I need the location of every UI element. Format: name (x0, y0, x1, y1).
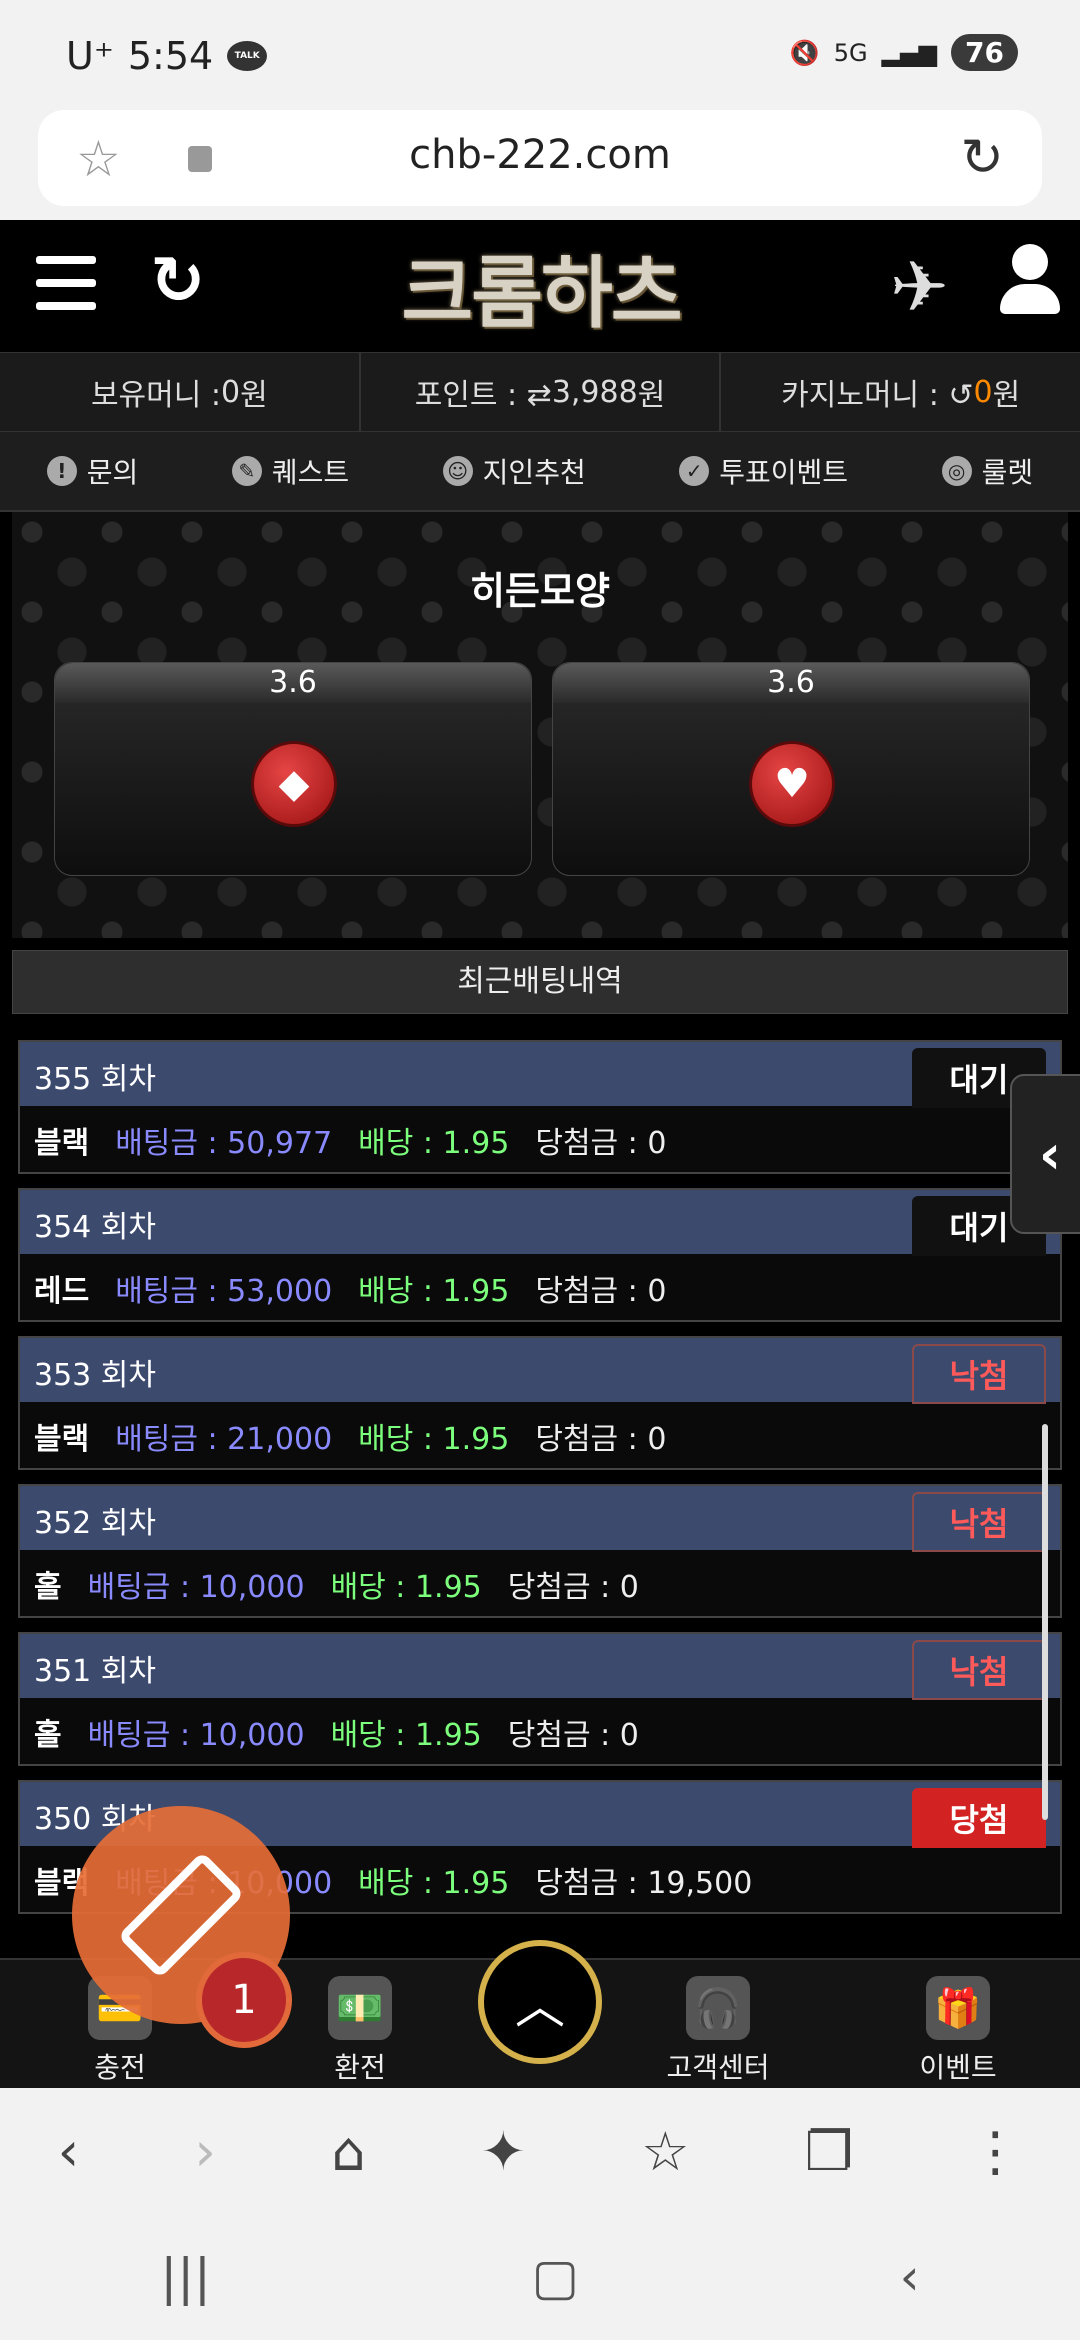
side-panel-toggle-chevron-left-icon[interactable]: ‹ (1010, 1074, 1080, 1234)
headset-icon: 🎧 (686, 1976, 750, 2040)
hold-money: 보유머니 : 0 원 (0, 353, 361, 431)
alert-icon: ! (46, 456, 77, 486)
nav-event[interactable]: 🎁 이벤트 (878, 1976, 1038, 2086)
bet-amount: 배팅금 : 50,977 (115, 1126, 333, 1161)
bet-row: 354 회차 대기 레드 배팅금 : 53,000 배당 : 1.95 당첨금 : 0 (18, 1188, 1062, 1322)
win-amount: 당첨금 : 0 (535, 1422, 667, 1457)
bet-option-diamond[interactable]: 3.6 ◆ (54, 662, 532, 876)
casino-money[interactable]: 카지노머니 : ↺ 0 원 (721, 353, 1080, 431)
site-logo[interactable]: 크롬하츠 (336, 232, 746, 342)
status-badge: 당첨 (912, 1788, 1046, 1848)
win-amount: 당첨금 : 0 (507, 1570, 639, 1605)
back-icon[interactable]: ‹ (58, 2120, 80, 2183)
tabs-icon[interactable]: ❐ (805, 2120, 853, 2183)
bet-odds: 배당 : 1.95 (330, 1718, 482, 1753)
bet-amount: 배팅금 : 10,000 (87, 1570, 305, 1605)
gift-icon: 🎁 (926, 1976, 990, 2040)
status-badge: 낙첨 (912, 1640, 1046, 1700)
bet-row: 351 회차 낙첨 홀 배팅금 : 10,000 배당 : 1.95 당첨금 : 0 (18, 1632, 1062, 1766)
bookmarks-icon[interactable]: ☆ (641, 2120, 689, 2183)
carrier-label: U⁺ (66, 34, 114, 78)
people-icon: ☺ (442, 456, 473, 486)
network-label: 5G (833, 38, 868, 67)
nav-support[interactable]: 🎧 고객센터 (638, 1976, 798, 2086)
exchange-icon: 💵 (328, 1976, 392, 2040)
browser-toolbar: ‹ › ⌂ ✦ ☆ ❐ ⋮ (0, 2088, 1080, 2214)
status-badge: 낙첨 (912, 1344, 1046, 1404)
option-odds: 3.6 (55, 663, 531, 703)
user-icon[interactable] (994, 244, 1064, 324)
check-icon: ✓ (679, 456, 710, 486)
site-header: ↻ 크롬하츠 ✈ (0, 220, 1080, 352)
bet-amount: 배팅금 : 10,000 (87, 1718, 305, 1753)
ticket-count-badge: 1 (196, 1952, 292, 2048)
refresh-icon[interactable]: ↻ (150, 242, 205, 319)
menu-referral[interactable]: ☺ 지인추천 (442, 451, 586, 491)
menu-vote-event[interactable]: ✓ 투표이벤트 (679, 451, 848, 491)
reload-icon[interactable]: ↻ (960, 128, 1004, 188)
point-balance[interactable]: 포인트 : ⇄ 3,988 원 (361, 353, 722, 431)
battery-indicator: 76 (951, 34, 1018, 71)
quest-icon: ✎ (231, 456, 262, 486)
game-panel: 히든모양 3.6 ◆ 3.6 ♥ (12, 512, 1068, 938)
more-icon[interactable]: ⋮ (968, 2120, 1022, 2183)
win-amount: 당첨금 : 0 (535, 1126, 667, 1161)
round-label: 355 회차 (34, 1062, 156, 1097)
game-title: 히든모양 (470, 569, 610, 613)
round-label: 352 회차 (34, 1506, 156, 1541)
menu-roulette[interactable]: ◎ 룰렛 (941, 451, 1033, 491)
telegram-icon[interactable]: ✈ (890, 246, 949, 328)
round-label: 351 회차 (34, 1654, 156, 1689)
win-amount: 당첨금 : 19,500 (535, 1866, 753, 1901)
bet-odds: 배당 : 1.95 (330, 1570, 482, 1605)
address-bar[interactable]: ☆ chb-222.com ↻ (38, 110, 1042, 206)
bet-pick: 레드 (34, 1274, 90, 1309)
menu-inquiry[interactable]: ! 문의 (46, 451, 138, 491)
bet-odds: 배당 : 1.95 (358, 1126, 510, 1161)
system-back-icon[interactable]: ‹ (900, 2248, 920, 2306)
bet-amount: 배팅금 : 21,000 (115, 1422, 333, 1457)
roulette-icon: ◎ (941, 456, 972, 486)
bet-pick: 블랙 (34, 1422, 90, 1457)
scrollbar[interactable] (1042, 1424, 1048, 1820)
round-label: 354 회차 (34, 1210, 156, 1245)
bet-pick: 블랙 (34, 1126, 90, 1161)
status-bar: U⁺ 5:54 TALK 🔇 5G ▂▄▆ 76 (0, 0, 1080, 110)
bet-row: 355 회차 대기 블랙 배팅금 : 50,977 배당 : 1.95 당첨금 : 0 (18, 1040, 1062, 1174)
win-amount: 당첨금 : 0 (507, 1718, 639, 1753)
bet-pick: 홀 (34, 1718, 62, 1753)
status-badge: 낙첨 (912, 1492, 1046, 1552)
menu-quest[interactable]: ✎ 퀘스트 (231, 451, 349, 491)
home-button-icon[interactable]: ▢ (532, 2248, 579, 2306)
home-icon[interactable]: ⌂ (331, 2120, 365, 2183)
mute-icon: 🔇 (789, 38, 820, 67)
bet-row: 352 회차 낙첨 홀 배팅금 : 10,000 배당 : 1.95 당첨금 : 0 (18, 1484, 1062, 1618)
win-amount: 당첨금 : 0 (535, 1274, 667, 1309)
option-odds: 3.6 (553, 663, 1029, 703)
menu-icon[interactable] (36, 256, 96, 310)
scroll-top-chevron-up-icon[interactable]: ︿ (478, 1940, 602, 2064)
bet-amount: 배팅금 : 53,000 (115, 1274, 333, 1309)
signal-icon: ▂▄▆ (881, 38, 938, 67)
diamond-icon: ◆ (251, 741, 337, 827)
bet-odds: 배당 : 1.95 (358, 1274, 510, 1309)
talk-icon: TALK (227, 41, 268, 71)
balance-bar: 보유머니 : 0 원 포인트 : ⇄ 3,988 원 카지노머니 : ↺ 0 원 (0, 352, 1080, 432)
bet-pick: 홀 (34, 1570, 62, 1605)
bet-odds: 배당 : 1.95 (358, 1866, 510, 1901)
nav-exchange[interactable]: 💵 환전 (280, 1976, 440, 2086)
system-nav: ||| ▢ ‹ (0, 2214, 1080, 2340)
bet-row: 353 회차 낙첨 블랙 배팅금 : 21,000 배당 : 1.95 당첨금 : 0 (18, 1336, 1062, 1470)
url-text[interactable]: chb-222.com (38, 132, 1042, 178)
forward-icon[interactable]: › (194, 2120, 216, 2183)
bet-odds: 배당 : 1.95 (358, 1422, 510, 1457)
round-label: 353 회차 (34, 1358, 156, 1393)
recent-bets-header: 최근배팅내역 (12, 950, 1068, 1014)
bet-option-heart[interactable]: 3.6 ♥ (552, 662, 1030, 876)
sparkle-icon[interactable]: ✦ (481, 2120, 526, 2183)
recent-apps-icon[interactable]: ||| (160, 2248, 211, 2306)
quick-menu: ! 문의 ✎ 퀘스트 ☺ 지인추천 ✓ 투표이벤트 ◎ 룰렛 (0, 432, 1080, 512)
clock: 5:54 (127, 34, 214, 78)
heart-icon: ♥ (749, 741, 835, 827)
